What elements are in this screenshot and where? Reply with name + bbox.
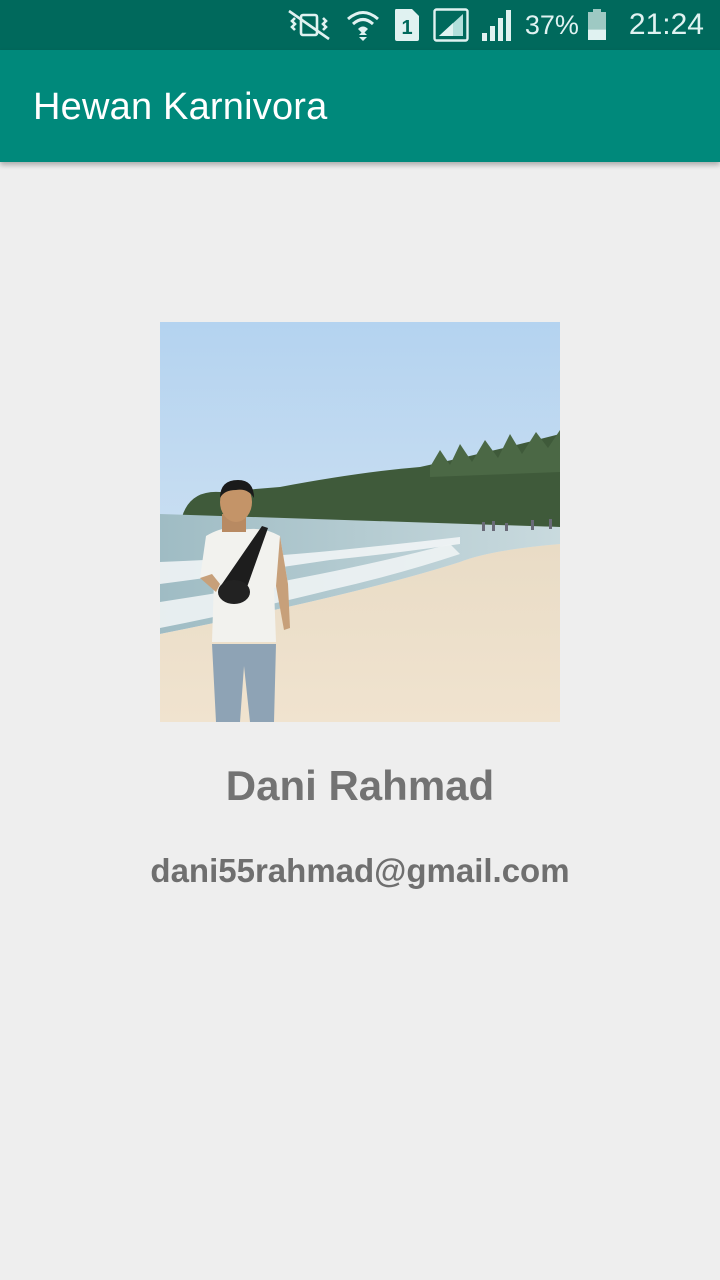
vibrate-icon	[285, 9, 333, 41]
profile-photo	[160, 322, 560, 722]
profile-email: dani55rahmad@gmail.com	[150, 852, 570, 889]
signal-sim2-icon	[481, 8, 515, 42]
clock-time: 21:24	[628, 8, 704, 41]
status-bar: 1 37% 21:24	[0, 0, 720, 50]
sim-1-icon: 1	[393, 8, 421, 42]
app-bar: Hewan Karnivora	[0, 50, 720, 162]
svg-text:1: 1	[401, 17, 412, 39]
page-title: Hewan Karnivora	[33, 86, 328, 128]
battery-icon	[587, 9, 607, 41]
battery-percent: 37%	[524, 9, 579, 40]
wifi-icon	[345, 7, 381, 43]
signal-sim1-icon	[433, 8, 469, 42]
profile-name: Dani Rahmad	[225, 762, 495, 809]
